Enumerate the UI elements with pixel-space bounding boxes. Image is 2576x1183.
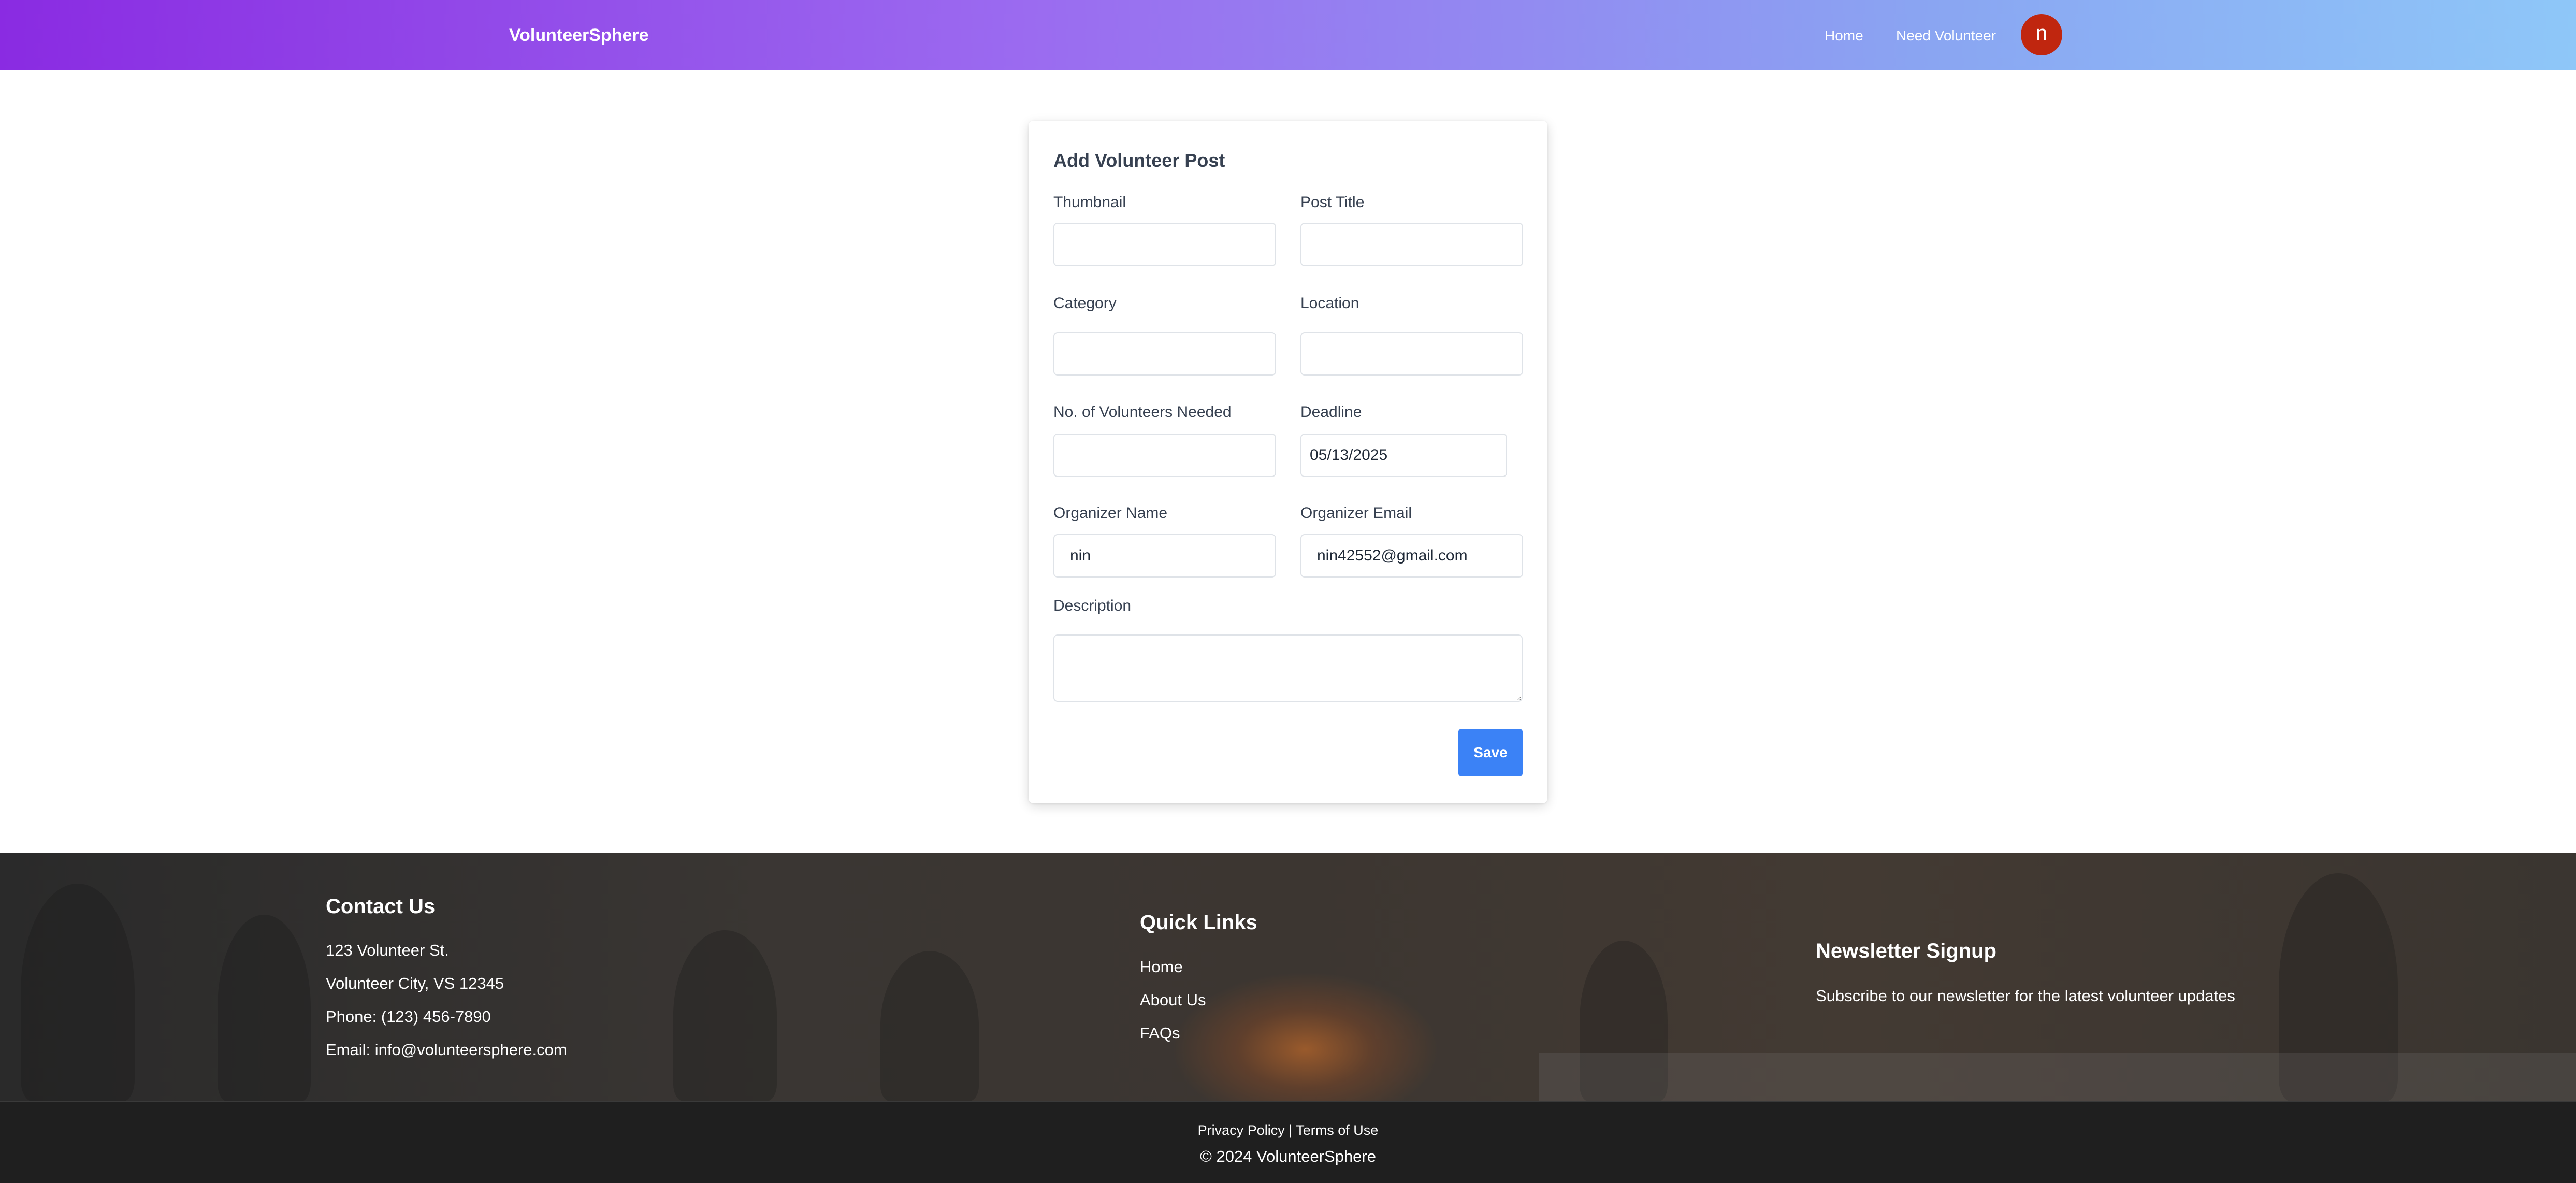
volunteers-needed-input[interactable]	[1053, 434, 1276, 477]
footer-background-silhouette	[673, 930, 777, 1101]
contact-email: Email: info@volunteersphere.com	[326, 1041, 567, 1059]
organizer-email-input[interactable]	[1300, 534, 1523, 578]
footer-link-about-us[interactable]: About Us	[1140, 990, 1206, 1011]
footer-background-silhouette	[21, 884, 135, 1101]
copyright-text: © 2024 VolunteerSphere	[1200, 1147, 1376, 1165]
top-navbar: VolunteerSphere Home Need Volunteer n	[0, 0, 2576, 70]
quick-links-heading: Quick Links	[1140, 911, 1257, 934]
location-label: Location	[1300, 295, 1359, 312]
footer-background-silhouette	[218, 915, 311, 1101]
bottom-bar: Privacy Policy | Terms of Use © 2024 Vol…	[0, 1101, 2576, 1183]
deadline-date-input[interactable]	[1300, 434, 1507, 477]
organizer-name-input[interactable]	[1053, 534, 1276, 578]
thumbnail-input[interactable]	[1053, 223, 1276, 266]
organizer-email-label: Organizer Email	[1300, 504, 1412, 522]
category-label: Category	[1053, 295, 1117, 312]
volunteers-needed-label: No. of Volunteers Needed	[1053, 403, 1232, 421]
nav-link-need-volunteer[interactable]: Need Volunteer	[1896, 26, 1996, 46]
terms-of-use-link[interactable]: Terms of Use	[1296, 1122, 1378, 1138]
contact-address-line1: 123 Volunteer St.	[326, 941, 449, 959]
privacy-policy-link[interactable]: Privacy Policy	[1198, 1122, 1285, 1138]
footer-background-band	[1539, 1053, 2576, 1101]
contact-address-line2: Volunteer City, VS 12345	[326, 974, 504, 992]
post-title-label: Post Title	[1300, 194, 1365, 211]
footer-background-silhouette	[880, 951, 979, 1101]
description-label: Description	[1053, 597, 1132, 614]
site-footer: Contact Us 123 Volunteer St. Volunteer C…	[0, 853, 2576, 1101]
brand-logo-text[interactable]: VolunteerSphere	[509, 24, 649, 47]
footer-link-faqs[interactable]: FAQs	[1140, 1023, 1180, 1044]
form-title: Add Volunteer Post	[1053, 150, 1225, 171]
save-button[interactable]: Save	[1458, 729, 1523, 776]
thumbnail-label: Thumbnail	[1053, 194, 1126, 211]
newsletter-description: Subscribe to our newsletter for the late…	[1816, 987, 2235, 1005]
user-avatar[interactable]: n	[2021, 14, 2062, 55]
newsletter-heading: Newsletter Signup	[1816, 940, 1996, 962]
contact-us-heading: Contact Us	[326, 895, 436, 918]
add-volunteer-post-card: Add Volunteer Post Thumbnail Post Title …	[1029, 121, 1547, 803]
nav-link-home[interactable]: Home	[1825, 26, 1863, 46]
category-input[interactable]	[1053, 332, 1276, 376]
location-input[interactable]	[1300, 332, 1523, 376]
footer-background-sunlight	[1170, 972, 1440, 1101]
footer-link-home[interactable]: Home	[1140, 957, 1183, 977]
legal-links: Privacy Policy | Terms of Use	[0, 1121, 2576, 1139]
legal-separator: |	[1289, 1122, 1293, 1138]
description-textarea[interactable]	[1053, 634, 1523, 702]
deadline-label: Deadline	[1300, 403, 1362, 421]
contact-phone: Phone: (123) 456-7890	[326, 1007, 491, 1026]
post-title-input[interactable]	[1300, 223, 1523, 266]
organizer-name-label: Organizer Name	[1053, 504, 1168, 522]
